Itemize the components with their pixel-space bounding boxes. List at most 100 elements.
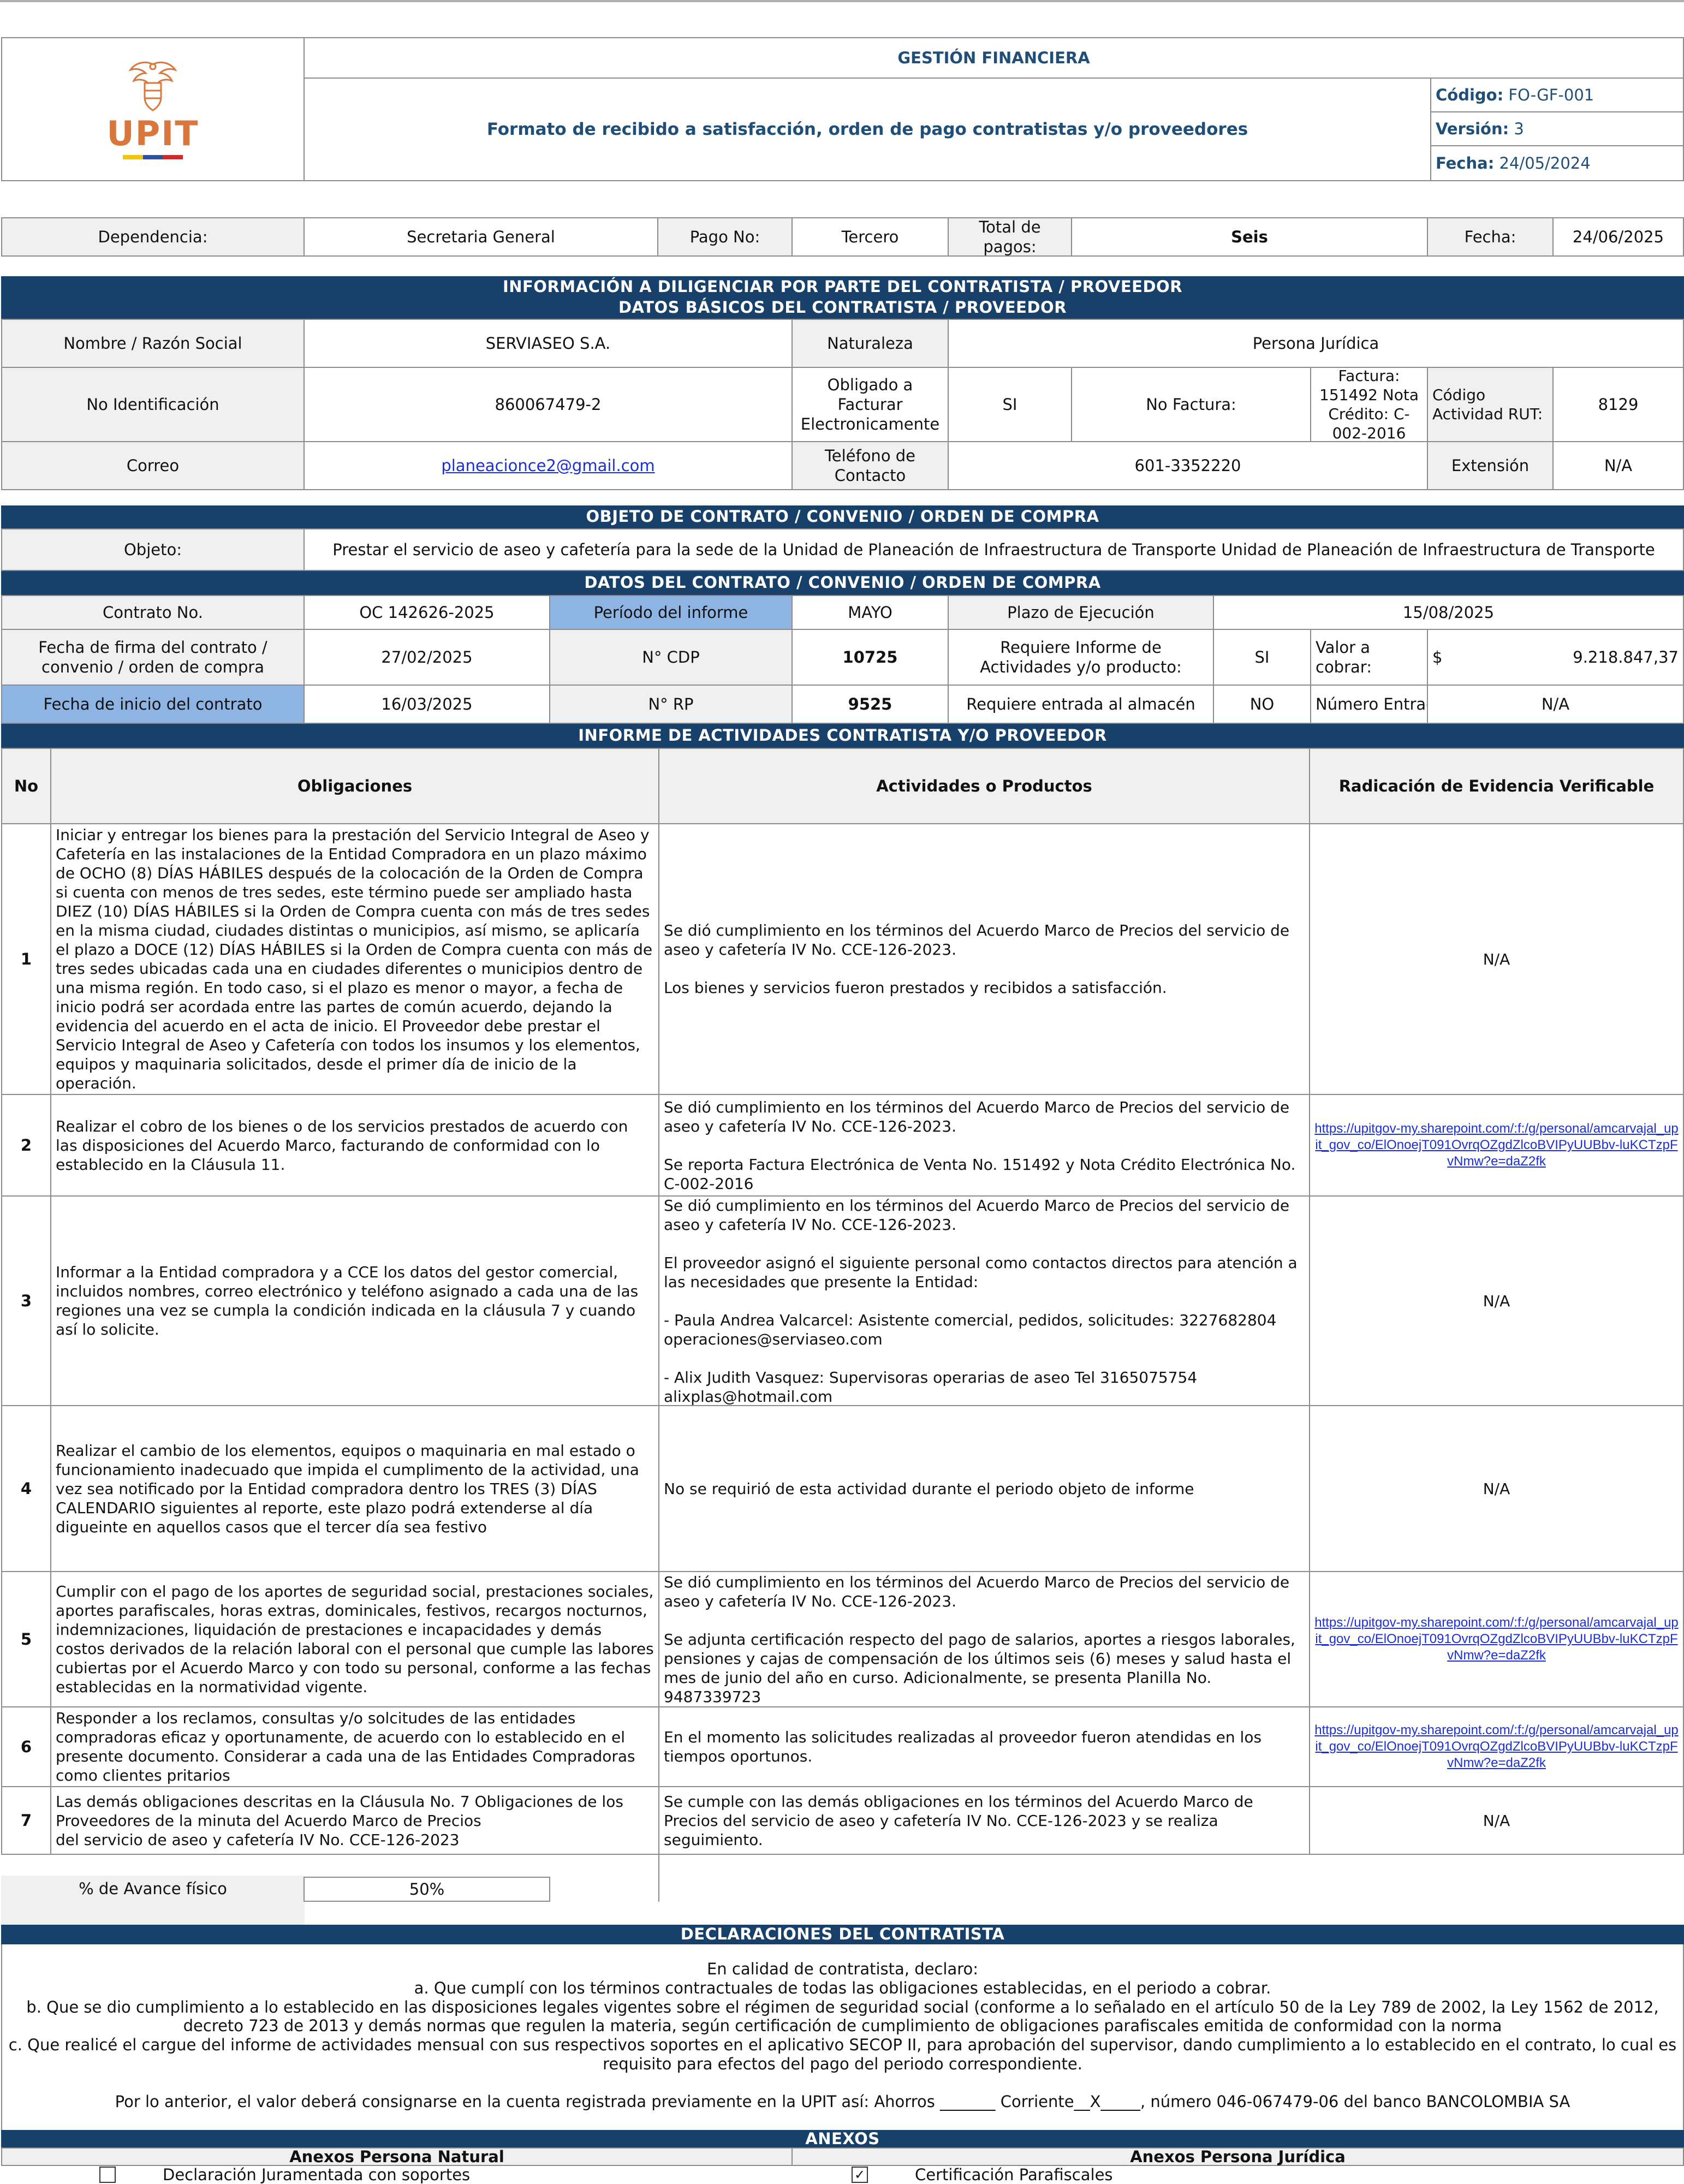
declaracion-a: a. Que cumplí con los términos contractu… (414, 1978, 1271, 1997)
row4-no: 4 (1, 1405, 51, 1572)
section1-title-line2: DATOS BÁSICOS DEL CONTRATISTA / PROVEEDO… (618, 298, 1067, 317)
avance-value: 50% (304, 1877, 550, 1902)
natural-checkbox[interactable] (99, 2166, 116, 2183)
codigo-label: Código: (1436, 85, 1504, 104)
row5-no: 5 (1, 1571, 51, 1707)
correo-link[interactable]: planeacionce2@gmail.com (441, 456, 654, 475)
row1-actividad: Se dió cumplimiento en los términos del … (658, 823, 1310, 1095)
row5-evidencia-link[interactable]: https://upitgov-my.sharepoint.com/:f:/g/… (1314, 1615, 1679, 1664)
id-label: No Identificación (1, 367, 305, 442)
version-label: Versión: (1436, 119, 1509, 138)
coat-of-arms-icon (128, 61, 177, 111)
almacen-label: Requiere entrada al almacén (948, 685, 1214, 724)
row5-obligacion: Cumplir con el pago de los aportes de se… (50, 1571, 659, 1707)
entrada-label: Número Entrada (1310, 685, 1428, 724)
total-label: Total de pagos: (948, 217, 1072, 257)
row3-no: 3 (1, 1195, 51, 1406)
row2-evidencia: https://upitgov-my.sharepoint.com/:f:/g/… (1309, 1094, 1684, 1197)
dependencia-value: Secretaria General (304, 217, 658, 257)
factura-value: Factura: 151492 Nota Crédito: C-002-2016 (1310, 367, 1428, 442)
row3-actividad: Se dió cumplimiento en los términos del … (658, 1195, 1310, 1406)
codigo-row: Código: FO-GF-001 (1430, 78, 1684, 112)
logo-text: UPIT (106, 114, 199, 153)
cdp-label: N° CDP (549, 629, 793, 686)
section5-banner: DECLARACIONES DEL CONTRATISTA (1, 1925, 1684, 1944)
firma-value: 27/02/2025 (304, 629, 550, 686)
informe-label: Requiere Informe de Actividades y/o prod… (948, 629, 1214, 686)
section1-title-line1: INFORMACIÓN A DILIGENCIAR POR PARTE DEL … (502, 277, 1183, 296)
plazo-value: 15/08/2025 (1213, 595, 1684, 630)
telefono-value: 601-3352220 (948, 441, 1428, 490)
objeto-label: Objeto: (1, 528, 305, 571)
flag-stripe (123, 155, 183, 159)
col-evidencia-header: Radicación de Evidencia Verificable (1309, 748, 1684, 824)
row1-evidencia: N/A (1309, 823, 1684, 1095)
logo-cell: UPIT (1, 37, 305, 181)
codigo-value: FO-GF-001 (1508, 85, 1594, 104)
document-title: Formato de recibido a satisfacción, orde… (304, 78, 1431, 181)
obligado-label: Obligado a Facturar Electronicamente (792, 367, 949, 442)
summary-fecha-value: 24/06/2025 (1552, 217, 1684, 257)
row4-evidencia: N/A (1309, 1405, 1684, 1572)
col-no-header: No (1, 748, 51, 824)
id-value: 860067479-2 (304, 367, 793, 442)
periodo-label: Período del informe (549, 595, 793, 630)
row6-actividad: En el momento las solicitudes realizadas… (658, 1706, 1310, 1787)
row2-evidencia-link[interactable]: https://upitgov-my.sharepoint.com/:f:/g/… (1314, 1121, 1679, 1170)
row6-evidencia-link[interactable]: https://upitgov-my.sharepoint.com/:f:/g/… (1314, 1722, 1679, 1771)
row2-no: 2 (1, 1094, 51, 1197)
natural-item-label: Declaración Juramentada con soportes (163, 2165, 471, 2184)
naturaleza-value: Persona Jurídica (948, 319, 1684, 368)
objeto-value: Prestar el servicio de aseo y cafetería … (304, 528, 1684, 571)
ciiu-label: Código Actividad RUT: (1427, 367, 1554, 442)
juridica-item-row: ✓ Certificación Parafiscales (792, 2165, 1684, 2184)
valor-currency: $ (1432, 647, 1443, 666)
section6-title: ANEXOS (805, 2129, 880, 2149)
declaraciones-box: En calidad de contratista, declaro: a. Q… (1, 1944, 1684, 2131)
section1-banner: INFORMACIÓN A DILIGENCIAR POR PARTE DEL … (1, 276, 1684, 319)
factura-label: No Factura: (1071, 367, 1311, 442)
row3-obligacion: Informar a la Entidad compradora y a CCE… (50, 1195, 659, 1406)
row2-obligacion: Realizar el cobro de los bienes o de los… (50, 1094, 659, 1197)
rp-value: 9525 (792, 685, 949, 724)
section2-banner: OBJETO DE CONTRATO / CONVENIO / ORDEN DE… (1, 505, 1684, 528)
inicio-label: Fecha de inicio del contrato (1, 685, 305, 724)
fecha-value: 24/05/2024 (1499, 153, 1591, 172)
row2-actividad: Se dió cumplimiento en los términos del … (658, 1094, 1310, 1197)
ciiu-value: 8129 (1552, 367, 1684, 442)
pago-label: Pago No: (657, 217, 793, 257)
nombre-label: Nombre / Razón Social (1, 319, 305, 368)
cdp-value: 10725 (792, 629, 949, 686)
row7-actividad: Se cumple con las demás obligaciones en … (658, 1786, 1310, 1855)
declaracion-cuenta: Por lo anterior, el valor deberá consign… (115, 2092, 1570, 2111)
extension-label: Extensión (1427, 441, 1554, 490)
juridica-item-label: Certificación Parafiscales (915, 2165, 1113, 2184)
declaracion-b: b. Que se dio cumplimiento a lo establec… (26, 1997, 1659, 2036)
col-obligaciones-header: Obligaciones (50, 748, 659, 824)
declaracion-intro: En calidad de contratista, declaro: (706, 1960, 979, 1978)
extension-value: N/A (1552, 441, 1684, 490)
section3-title: DATOS DEL CONTRATO / CONVENIO / ORDEN DE… (584, 573, 1101, 592)
dependencia-label: Dependencia: (1, 217, 305, 257)
informe-value: SI (1213, 629, 1311, 686)
avance-label: % de Avance físico (79, 1879, 227, 1898)
row6-evidencia: https://upitgov-my.sharepoint.com/:f:/g/… (1309, 1706, 1684, 1787)
juridica-checkbox[interactable]: ✓ (852, 2166, 868, 2183)
row6-no: 6 (1, 1706, 51, 1787)
row5-evidencia: https://upitgov-my.sharepoint.com/:f:/g/… (1309, 1571, 1684, 1707)
telefono-label: Teléfono de Contacto (792, 441, 949, 490)
row4-obligacion: Realizar el cambio de los elementos, equ… (50, 1405, 659, 1572)
section5-title: DECLARACIONES DEL CONTRATISTA (680, 1925, 1005, 1944)
row5-actividad: Se dió cumplimiento en los términos del … (658, 1571, 1310, 1707)
row7-no: 7 (1, 1786, 51, 1855)
row1-obligacion: Iniciar y entregar los bienes para la pr… (50, 823, 659, 1095)
version-row: Versión: 3 (1430, 111, 1684, 146)
top-rule (0, 0, 1684, 2)
periodo-value: MAYO (792, 595, 949, 630)
plazo-label: Plazo de Ejecución (948, 595, 1214, 630)
section2-title: OBJETO DE CONTRATO / CONVENIO / ORDEN DE… (586, 507, 1099, 526)
contrato-value: OC 142626-2025 (304, 595, 550, 630)
row1-no: 1 (1, 823, 51, 1095)
section4-banner: INFORME DE ACTIVIDADES CONTRATISTA Y/O P… (1, 724, 1684, 748)
declaracion-c: c. Que realicé el cargue del informe de … (8, 2036, 1677, 2073)
